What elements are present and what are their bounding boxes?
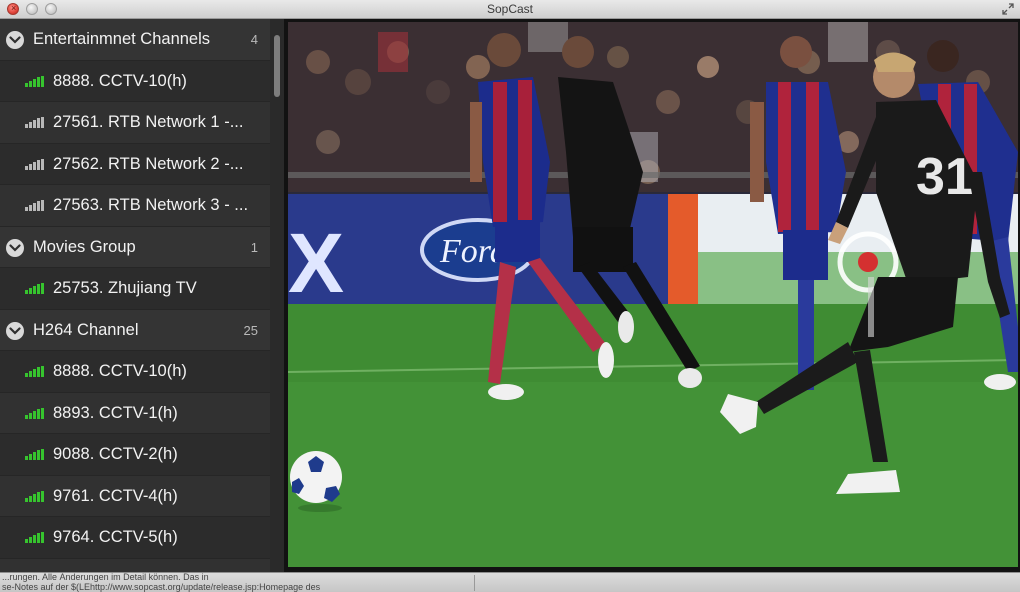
scrollbar-thumb[interactable] (274, 35, 280, 97)
channel-label: 9088. CCTV-2(h) (53, 445, 178, 463)
status-line-2: se-Notes auf der $(LEhttp://www.sopcast.… (2, 581, 321, 592)
channel-row[interactable]: 9764. CCTV-5(h) (0, 517, 270, 559)
signal-strength-icon (25, 490, 46, 502)
channel-row[interactable]: 27563. RTB Network 3 - ... (0, 185, 270, 227)
video-player[interactable]: X Ford 31 (288, 22, 1018, 567)
window-title: SopCast (486, 2, 534, 16)
signal-strength-icon (25, 283, 46, 294)
channel-group-row[interactable]: H264 Channel 25 (0, 309, 270, 351)
video-frame: X Ford 31 (284, 19, 1020, 572)
channel-row[interactable]: 9088. CCTV-2(h) (0, 434, 270, 476)
chevron-down-icon[interactable] (6, 238, 24, 257)
group-count-badge: 4 (250, 32, 258, 47)
channel-row[interactable]: 27562. RTB Network 2 -... (0, 143, 270, 185)
group-label: Movies Group (33, 237, 136, 256)
signal-strength-icon (25, 75, 46, 87)
title-bar[interactable]: × SopCast (0, 0, 1020, 19)
status-text: ...rungen. Alle Änderungen im Detail kön… (2, 573, 472, 592)
group-count-badge: 1 (250, 239, 258, 255)
channel-row[interactable]: 9766. CCTV-12(h) (0, 558, 270, 573)
channel-label: 25753. Zhujiang TV (53, 279, 197, 297)
chevron-down-icon[interactable] (6, 321, 24, 340)
channel-label: 27561. RTB Network 1 -... (53, 113, 244, 131)
channel-row[interactable]: 8893. CCTV-1(h) (0, 392, 270, 434)
channel-label: 8888. CCTV-10(h) (53, 71, 187, 90)
channel-group-row[interactable]: Movies Group 1 (0, 226, 270, 268)
signal-strength-icon (25, 200, 46, 211)
sopcast-window: × SopCast Entertainmnet Channels 4 8888. C… (0, 0, 1020, 592)
channel-label: 27562. RTB Network 2 -... (53, 154, 244, 173)
channel-label: 27563. RTB Network 3 - ... (53, 196, 249, 214)
channel-label: 9766. CCTV-12(h) (53, 559, 265, 573)
video-frame-image: X Ford 31 (288, 22, 1018, 567)
signal-strength-icon (25, 449, 46, 460)
channel-label: 8888. CCTV-10(h) (53, 362, 187, 380)
signal-strength-icon (25, 158, 46, 170)
fullscreen-icon[interactable] (1002, 3, 1014, 15)
channel-row[interactable]: 8888. CCTV-10(h) (0, 60, 270, 102)
channel-group-row[interactable]: Entertainmnet Channels 4 (0, 19, 270, 61)
channel-row[interactable]: 27561. RTB Network 1 -... (0, 102, 270, 144)
channel-list-scrollbar[interactable] (270, 19, 284, 572)
chevron-down-icon[interactable] (6, 31, 24, 49)
signal-strength-icon (25, 532, 46, 543)
channel-row[interactable]: 8888. CCTV-10(h) (0, 351, 270, 393)
group-label: H264 Channel (33, 320, 139, 339)
status-bar: ...rungen. Alle Änderungen im Detail kön… (0, 572, 1020, 592)
status-divider (474, 575, 475, 591)
channel-row[interactable]: 9761. CCTV-4(h) (0, 475, 270, 517)
signal-strength-icon (25, 366, 46, 377)
channel-row[interactable]: 25753. Zhujiang TV (0, 268, 270, 310)
channel-label: 9761. CCTV-4(h) (53, 486, 178, 505)
group-label: Entertainmnet Channels (33, 30, 211, 48)
group-count-badge: 25 (243, 322, 258, 338)
channel-label: 9764. CCTV-5(h) (53, 528, 178, 546)
signal-strength-icon (25, 117, 46, 128)
signal-strength-icon (25, 407, 46, 419)
channel-label: 8893. CCTV-1(h) (53, 403, 178, 422)
svg-text:X: X (288, 216, 344, 310)
player-number: 31 (916, 148, 974, 206)
channel-list[interactable]: Entertainmnet Channels 4 8888. CCTV-10(h) 2… (0, 19, 284, 572)
